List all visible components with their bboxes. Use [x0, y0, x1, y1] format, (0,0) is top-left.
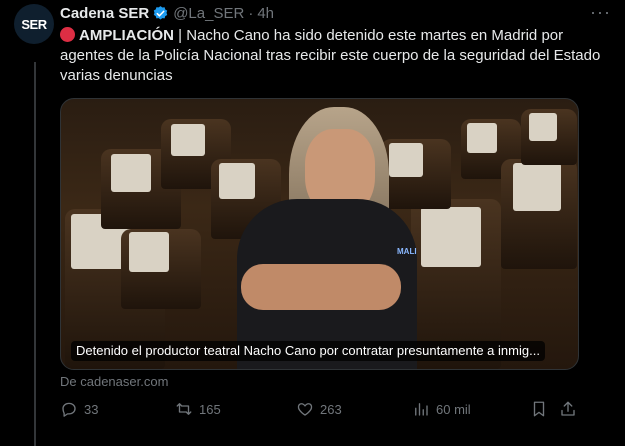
tweet-tag: AMPLIACIÓN [79, 27, 174, 44]
tweet-text: AMPLIACIÓN | Nacho Cano ha sido detenido… [60, 26, 608, 86]
repost-icon [176, 403, 192, 415]
views-button[interactable]: 60 mil [412, 400, 471, 418]
bookmark-icon [533, 401, 545, 417]
share-icon [561, 401, 575, 416]
reply-button[interactable]: 33 [60, 400, 98, 418]
analytics-icon [415, 403, 428, 416]
timestamp[interactable]: 4h [257, 5, 274, 22]
repost-button[interactable]: 165 [175, 400, 221, 418]
separator-dot: · [248, 4, 254, 22]
repost-count: 165 [199, 401, 221, 417]
like-button[interactable]: 263 [296, 400, 342, 418]
avatar[interactable]: SER [14, 4, 54, 44]
reply-icon [62, 402, 76, 417]
reply-count: 33 [84, 401, 99, 417]
shirt-logo-text: MALI [397, 247, 417, 256]
heart-icon [297, 403, 313, 416]
bookmark-button[interactable] [530, 400, 548, 418]
link-card-image[interactable]: MALI Detenido el productor teatral Nacho… [60, 98, 579, 370]
share-button[interactable] [559, 400, 577, 418]
link-card-title[interactable]: Detenido el productor teatral Nacho Cano… [71, 341, 545, 361]
tweet-header: Cadena SER @La_SER · 4h ··· [60, 2, 611, 23]
user-handle[interactable]: @La_SER [173, 5, 244, 22]
thread-line [34, 62, 36, 446]
avatar-logo-text: SER [21, 16, 47, 32]
red-circle-icon [60, 27, 75, 42]
like-count: 263 [320, 401, 342, 417]
display-name[interactable]: Cadena SER [60, 5, 149, 22]
person-arms [241, 264, 401, 310]
link-source[interactable]: De cadenaser.com [60, 374, 168, 389]
tweet-actions: 33 165 263 60 mil [60, 400, 580, 422]
more-options-icon[interactable]: ··· [590, 2, 611, 23]
verified-badge-icon[interactable] [152, 5, 169, 22]
view-count: 60 mil [436, 401, 471, 417]
